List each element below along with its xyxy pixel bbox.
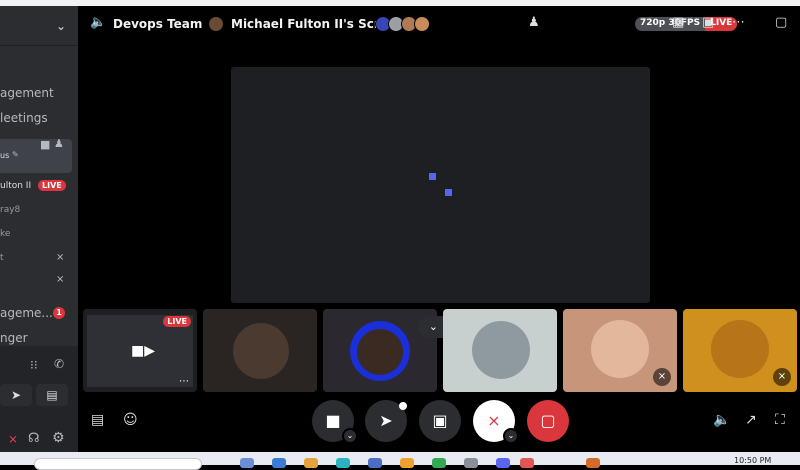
channel-management[interactable]: agement bbox=[0, 86, 54, 100]
notification-dot bbox=[399, 402, 407, 410]
popout-icon[interactable]: ↗ bbox=[745, 412, 757, 428]
popout-screen-icon[interactable]: ▣ bbox=[702, 15, 714, 30]
more-icon[interactable]: ⋯ bbox=[179, 376, 189, 387]
settings-gear-icon[interactable]: ⚙ bbox=[52, 430, 65, 446]
participant-tile[interactable] bbox=[443, 309, 557, 392]
participant-tile[interactable]: ⨯ bbox=[683, 309, 797, 392]
add-friend-icon[interactable]: ♟ bbox=[528, 15, 540, 30]
voice-user-michael[interactable]: ulton II bbox=[0, 181, 31, 191]
share-screen-button[interactable]: ▣ bbox=[419, 400, 461, 442]
channel-meetings[interactable]: leetings bbox=[0, 111, 48, 125]
taskbar-clock[interactable]: 10:50 PM bbox=[734, 456, 771, 465]
mic-off-icon[interactable]: ⨯ bbox=[8, 432, 18, 446]
mic-muted-icon: ⨯ bbox=[653, 368, 671, 386]
viewer-avatar bbox=[414, 16, 430, 32]
taskbar-app-icon[interactable] bbox=[464, 458, 478, 468]
chevron-down-icon[interactable]: ⌄ bbox=[56, 19, 66, 33]
participant-avatar bbox=[472, 321, 530, 379]
taskbar-search[interactable] bbox=[34, 458, 202, 470]
voice-channel-name: Devops Team bbox=[113, 17, 203, 31]
waveform-icon[interactable]: ⁝⁝ bbox=[30, 358, 38, 372]
taskbar-app-icon[interactable] bbox=[586, 458, 600, 468]
emoji-reaction-icon[interactable]: ☺ bbox=[123, 412, 138, 428]
live-badge: LIVE bbox=[163, 316, 191, 327]
mute-microphone-button[interactable]: ⨯ ⌄ bbox=[473, 400, 519, 444]
screen-preview-tile[interactable]: LIVE ■▶ ⋯ bbox=[83, 309, 197, 392]
os-taskbar: 10:50 PM bbox=[0, 452, 800, 470]
activities-button[interactable]: ➤ bbox=[365, 400, 407, 442]
server-header[interactable]: ⌄ bbox=[0, 6, 78, 46]
taskbar-app-icon[interactable] bbox=[336, 458, 350, 468]
taskbar-app-icon[interactable] bbox=[496, 458, 510, 468]
streamer-avatar bbox=[208, 16, 224, 32]
chevron-down-icon[interactable]: ⌄ bbox=[342, 428, 358, 444]
chat-toggle-icon[interactable]: ▢ bbox=[775, 15, 787, 30]
taskbar-app-icon[interactable] bbox=[240, 458, 254, 468]
taskbar-app-icon[interactable] bbox=[432, 458, 446, 468]
soundboard-icon[interactable]: ▤ bbox=[91, 412, 104, 428]
chat-icon[interactable]: ■ bbox=[40, 138, 50, 151]
headphones-icon[interactable]: ☊ bbox=[28, 431, 40, 446]
voice-channel-status: us bbox=[0, 151, 10, 160]
channel-manager[interactable]: nger bbox=[0, 331, 28, 345]
camera-button[interactable]: ■ ⌄ bbox=[312, 400, 358, 444]
participant-avatar bbox=[233, 323, 289, 379]
speaker-icon: 🔈 bbox=[90, 15, 107, 30]
disconnect-icon[interactable]: ✆ bbox=[54, 357, 64, 371]
voice-user-2[interactable]: ray8 bbox=[0, 205, 20, 215]
channel-sidebar: ⌄ agement leetings us ✎ ■ ♟ ulton II LIV… bbox=[0, 6, 78, 452]
participant-avatar bbox=[711, 320, 769, 378]
add-user-icon[interactable]: ♟ bbox=[54, 137, 64, 150]
mic-muted-icon: ⨯ bbox=[56, 274, 65, 285]
participant-avatar bbox=[591, 320, 649, 378]
activity-button[interactable]: ➤ bbox=[0, 384, 32, 406]
unread-badge: 1 bbox=[53, 307, 65, 319]
chevron-down-icon[interactable]: ⌄ bbox=[503, 428, 519, 444]
loading-dot bbox=[429, 173, 436, 180]
screen-share-stage[interactable] bbox=[231, 67, 650, 303]
volume-icon[interactable]: 🔈 bbox=[713, 412, 730, 428]
voice-user-4[interactable]: t bbox=[0, 253, 4, 263]
soundboard-button[interactable]: ▤ bbox=[36, 384, 68, 406]
video-camera-icon: ■▶ bbox=[131, 343, 155, 359]
taskbar-app-icon[interactable] bbox=[304, 458, 318, 468]
taskbar-app-icon[interactable] bbox=[400, 458, 414, 468]
more-options-icon[interactable]: ⋯ bbox=[732, 15, 745, 30]
grid-layout-icon[interactable]: ▦ bbox=[672, 15, 684, 30]
mic-muted-icon: ⨯ bbox=[56, 252, 65, 263]
voice-user-3[interactable]: ke bbox=[0, 229, 10, 239]
pencil-icon[interactable]: ✎ bbox=[12, 150, 19, 159]
loading-dot bbox=[445, 189, 452, 196]
stop-streaming-button[interactable]: ▢ bbox=[527, 400, 569, 442]
taskbar-app-icon[interactable] bbox=[520, 458, 534, 468]
participant-tile[interactable]: ⨯ bbox=[563, 309, 677, 392]
stream-header: 🔈 Devops Team Michael Fulton II's Screen… bbox=[78, 6, 800, 42]
participant-tile[interactable] bbox=[203, 309, 317, 392]
channel-management-2[interactable]: agemе... bbox=[0, 306, 53, 320]
fullscreen-icon[interactable]: ⛶ bbox=[775, 412, 785, 428]
mic-muted-icon: ⨯ bbox=[773, 368, 791, 386]
quality-label: 720p 30FPS bbox=[640, 18, 701, 28]
taskbar-app-icon[interactable] bbox=[272, 458, 286, 468]
live-badge: LIVE bbox=[38, 180, 66, 191]
participant-face bbox=[357, 329, 403, 375]
stream-quality-badge: 720p 30FPS LIVE bbox=[635, 17, 738, 31]
taskbar-app-icon[interactable] bbox=[368, 458, 382, 468]
